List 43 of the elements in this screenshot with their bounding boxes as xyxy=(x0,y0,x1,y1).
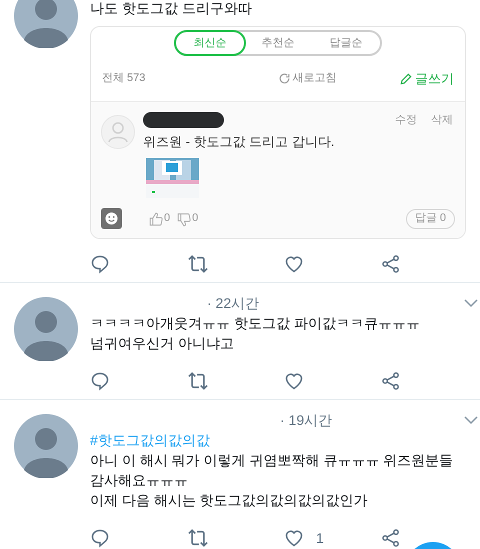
retweet-icon[interactable] xyxy=(187,528,209,548)
reply-count-button[interactable]: 답글 0 xyxy=(406,208,455,228)
comment-text: 위즈원 - 핫도그값 드리고 갑니다. xyxy=(143,132,336,150)
tweet-text: 이제 다음 해시는 핫도그값의값의값의값인가 xyxy=(90,491,369,510)
refresh-button[interactable]: 새로고침 xyxy=(278,70,337,87)
avatar[interactable] xyxy=(14,297,78,361)
reply-icon[interactable] xyxy=(90,371,110,391)
dislike-button[interactable]: 0 xyxy=(177,210,198,227)
user-placeholder-icon xyxy=(101,115,135,149)
share-icon[interactable] xyxy=(381,254,401,274)
retweet-icon[interactable] xyxy=(187,254,209,274)
tweet-time: · 22시간 xyxy=(207,294,260,312)
hashtag-link[interactable]: #핫도그값의값의값 xyxy=(90,430,478,450)
tweet-text: 감사해요ㅠㅠㅠ xyxy=(90,471,189,490)
share-icon[interactable] xyxy=(381,528,401,548)
reply-icon[interactable] xyxy=(90,254,110,274)
refresh-icon xyxy=(278,72,291,85)
write-button[interactable]: 글쓰기 xyxy=(398,68,454,88)
tweet-text: ㅋㅋㅋㅋ아개웃겨ㅠㅠ 핫도그값 파이값ㅋㅋ큐ㅠㅠㅠ xyxy=(90,314,421,333)
heart-icon[interactable] xyxy=(284,371,304,391)
sort-tab[interactable]: 최신순 xyxy=(174,30,246,56)
avatar[interactable] xyxy=(14,414,78,478)
chevron-down-icon[interactable] xyxy=(464,298,478,308)
heart-icon[interactable] xyxy=(284,254,304,274)
edit-link[interactable]: 수정 xyxy=(395,112,417,128)
like-button[interactable]: 0 xyxy=(149,210,170,227)
tweet-text: 아니 이 해시 뭐가 이렇게 귀염뽀짝해 큐ㅠㅠㅠ 위즈원분들 xyxy=(90,451,454,470)
retweet-icon[interactable] xyxy=(187,371,209,391)
tweet-time: · 19시간 xyxy=(280,410,332,430)
thumbs-up-icon xyxy=(149,212,164,227)
like-count: 1 xyxy=(316,528,324,548)
comment-total: 전체 573 xyxy=(102,71,146,86)
tweet-text: 나도 핫도그값 드리구와따 xyxy=(90,0,253,18)
heart-icon[interactable] xyxy=(284,528,304,548)
avatar[interactable] xyxy=(14,0,78,48)
tweet-text: 넘귀여우신거 아니냐고 xyxy=(90,334,235,353)
thumbs-down-icon xyxy=(177,212,192,227)
emoji-icon[interactable] xyxy=(101,208,122,229)
reply-icon[interactable] xyxy=(90,528,110,548)
pencil-icon xyxy=(398,72,413,86)
delete-link[interactable]: 삭제 xyxy=(431,112,453,128)
share-icon[interactable] xyxy=(381,371,401,391)
chevron-down-icon[interactable] xyxy=(464,415,478,425)
